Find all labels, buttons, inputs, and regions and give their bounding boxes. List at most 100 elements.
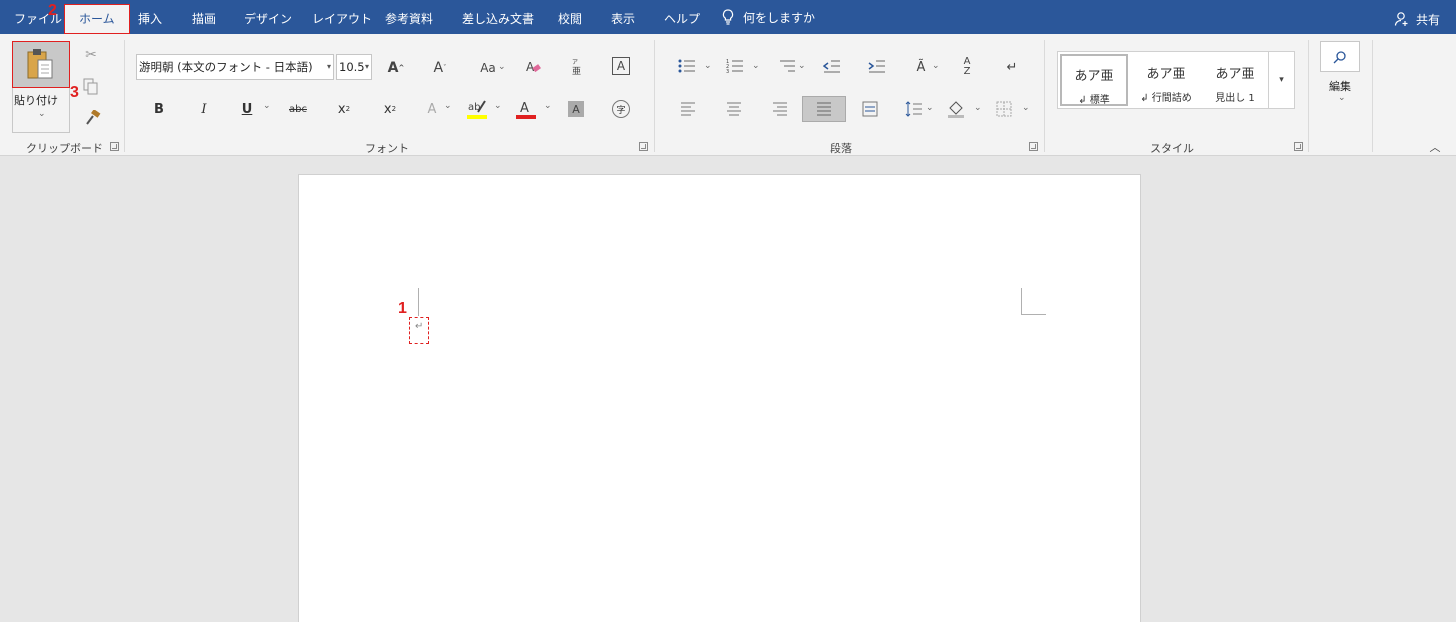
svg-text:ア: ア [572,59,578,66]
insertion-point-highlight[interactable]: ↵ [409,317,429,344]
cut-icon[interactable]: ✂ [82,46,100,64]
font-color-icon[interactable]: A [515,96,537,122]
find-button[interactable] [1320,41,1360,72]
paragraph-mark-icon: ↵ [415,321,424,332]
bullets-dropdown-icon[interactable]: ⌄ [704,61,712,71]
copy-icon[interactable] [83,78,99,96]
chevron-down-icon: ▾ [1279,75,1284,85]
tab-review[interactable]: 校閲 [558,0,582,34]
tab-home[interactable]: ホーム [64,4,130,34]
phonetic-guide-icon[interactable]: ア亜 [569,57,585,77]
highlight-dropdown-icon[interactable]: ⌄ [494,101,502,111]
grow-font-icon[interactable]: A ^ [386,58,406,78]
editing-label[interactable]: 編集 [1329,78,1351,94]
svg-text:A: A [520,101,529,116]
style-item-no-spacing[interactable]: あア亜 ↲ 行間詰め [1132,54,1200,106]
subscript-icon[interactable]: x2 [334,96,354,122]
line-spacing-icon[interactable] [905,100,923,118]
paragraph-dialog-launcher-icon[interactable] [1029,142,1038,151]
tab-design[interactable]: デザイン [244,0,292,34]
search-icon [1333,50,1346,63]
align-left-icon[interactable] [680,101,696,117]
change-case-dropdown-icon[interactable]: ⌄ [498,62,506,72]
paste-dropdown-icon[interactable]: ⌄ [38,109,46,119]
increase-indent-icon[interactable] [868,58,886,74]
clipboard-dialog-launcher-icon[interactable] [110,142,119,151]
tab-references[interactable]: 参考資料 [385,0,433,34]
shrink-font-icon[interactable]: Aˇ [430,58,450,78]
tab-layout[interactable]: レイアウト [312,0,372,34]
font-name-value: 游明朝 (本文のフォント - 日本語) [139,60,313,74]
line-spacing-dropdown-icon[interactable]: ⌄ [926,103,934,113]
tab-draw[interactable]: 描画 [192,0,216,34]
style-name: 行間詰め [1151,93,1192,104]
borders-icon[interactable] [996,101,1012,117]
svg-text:亜: 亜 [572,66,581,77]
text-effects-dropdown-icon[interactable]: ⌄ [444,101,452,111]
multilevel-list-dropdown-icon[interactable]: ⌄ [798,61,806,71]
enclose-characters-icon[interactable]: 字 [612,100,630,118]
font-dialog-launcher-icon[interactable] [639,142,648,151]
character-shading-icon[interactable]: A [568,101,584,117]
tab-help[interactable]: ヘルプ [664,0,700,34]
style-item-normal[interactable]: あア亜 ↲ 標準 [1060,54,1128,106]
borders-dropdown-icon[interactable]: ⌄ [1022,103,1030,113]
group-separator [654,40,655,152]
shading-icon[interactable] [946,98,966,118]
underline-icon[interactable]: U [238,96,256,122]
styles-more-button[interactable]: ▾ [1268,51,1295,109]
share-label: 共有 [1415,12,1440,27]
style-sample: あア亜 [1146,67,1186,82]
highlight-icon[interactable]: ab [466,96,488,122]
svg-text:3: 3 [726,69,729,74]
svg-text:A: A [526,60,535,74]
styles-group-label: スタイル [1150,142,1194,155]
numbering-icon[interactable]: 123 [726,58,744,74]
paste-button[interactable] [12,41,70,88]
document-page[interactable]: ↵ [298,174,1141,622]
decrease-indent-icon[interactable] [823,58,841,74]
character-border-icon[interactable]: A [612,57,630,75]
font-size-dropdown-icon[interactable]: ▾ [365,55,369,79]
underline-dropdown-icon[interactable]: ⌄ [263,101,271,111]
numbering-dropdown-icon[interactable]: ⌄ [752,61,760,71]
superscript-icon[interactable]: x2 [380,96,400,122]
tab-view[interactable]: 表示 [611,0,635,34]
italic-icon[interactable]: I [195,96,213,122]
style-item-heading-1[interactable]: あア亜 見出し 1 [1202,54,1268,106]
sort-icon[interactable]: AZ [958,56,976,78]
asian-layout-dropdown-icon[interactable]: ⌄ [932,61,940,71]
paragraph-group-label: 段落 [830,142,852,155]
collapse-ribbon-icon[interactable]: ︿ [1428,140,1442,154]
editing-dropdown-icon[interactable]: ⌄ [1338,93,1346,103]
tab-mailings[interactable]: 差し込み文書 [462,0,534,34]
tell-me-search[interactable]: 何をしますか [722,0,815,34]
font-name-dropdown-icon[interactable]: ▾ [327,55,331,79]
font-name-combobox[interactable]: 游明朝 (本文のフォント - 日本語) ▾ [136,54,334,80]
bold-icon[interactable]: B [150,96,168,122]
font-color-dropdown-icon[interactable]: ⌄ [544,101,552,111]
asian-layout-icon[interactable]: Ã [912,58,930,76]
multilevel-list-icon[interactable] [778,58,796,74]
format-painter-icon[interactable] [83,110,101,126]
group-separator [124,40,125,152]
bullets-icon[interactable] [678,58,696,74]
shading-dropdown-icon[interactable]: ⌄ [974,103,982,113]
font-size-combobox[interactable]: 10.5 ▾ [336,54,372,80]
font-group-label: フォント [365,142,409,155]
show-paragraph-marks-icon[interactable]: ↵ [1003,58,1021,76]
annotation-1: 1 [398,300,407,317]
share-button[interactable]: 共有 [1394,0,1440,38]
text-effects-icon[interactable]: A [423,96,441,122]
margin-corner-mark [418,288,419,316]
justify-button[interactable] [802,96,846,122]
tab-insert[interactable]: 挿入 [138,0,162,34]
align-center-icon[interactable] [726,101,742,117]
font-size-value: 10.5 [339,60,365,74]
strikethrough-icon[interactable]: abc [286,96,310,122]
clear-formatting-icon[interactable]: A [524,58,542,76]
distributed-icon[interactable] [862,101,878,117]
align-right-icon[interactable] [772,101,788,117]
paste-label: 貼り付け [14,94,58,107]
styles-dialog-launcher-icon[interactable] [1294,142,1303,151]
